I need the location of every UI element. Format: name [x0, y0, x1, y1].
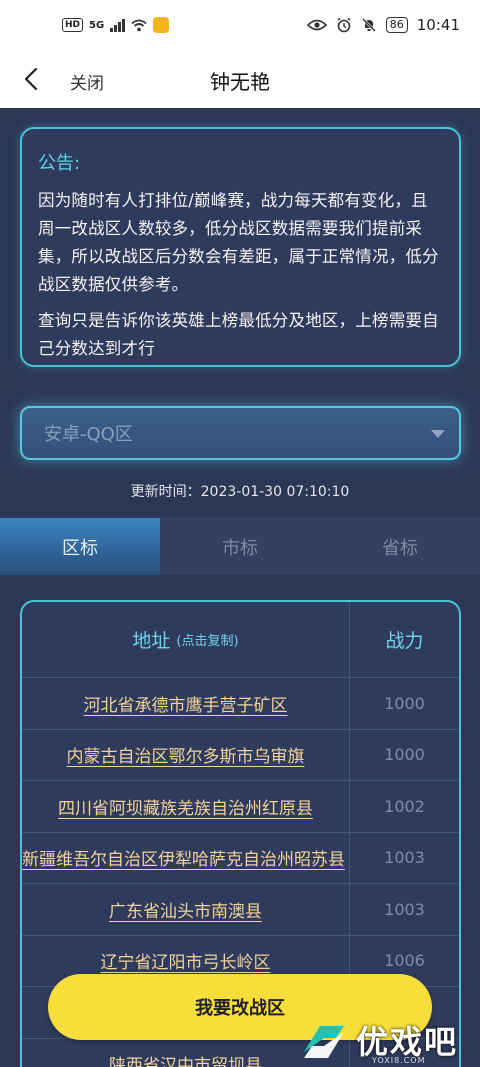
- power-value: 1000: [384, 745, 425, 765]
- address-link[interactable]: 新疆维吾尔自治区伊犁哈萨克自治州昭苏县: [22, 832, 350, 883]
- notice-paragraph-1: 因为随时有人打排位/巅峰赛，战力每天都有变化，且周一改战区人数较多，低分战区数据…: [38, 191, 439, 294]
- eye-icon: [306, 19, 327, 31]
- back-arrow-icon[interactable]: [20, 66, 44, 92]
- table-row: 四川省阿坝藏族羌族自治州红原县 1002: [22, 781, 459, 833]
- caret-down-icon: [431, 430, 445, 438]
- power-value: 1003: [384, 899, 425, 919]
- table-row: 广东省汕头市南澳县 1003: [22, 884, 459, 936]
- tab-city[interactable]: 市标: [160, 518, 320, 575]
- clock: 10:41: [416, 16, 460, 34]
- watermark-logo-icon: [304, 1025, 344, 1058]
- notice-card: 公告: 因为随时有人打排位/巅峰赛，战力每天都有变化，且周一改战区人数较多，低分…: [20, 127, 461, 367]
- watermark-text: 优戏吧: [356, 1025, 458, 1059]
- nav-bar: 关闭 钟无艳: [0, 50, 480, 108]
- power-value: 1003: [384, 848, 425, 868]
- address-link[interactable]: 河北省承德市鹰手营子矿区: [22, 678, 350, 729]
- table-header: 地址 (点击复制) 战力: [22, 602, 459, 678]
- tab-bar: 区标 市标 省标: [0, 518, 480, 575]
- network-type: 5G: [89, 19, 105, 31]
- notice-paragraph-2: 查询只是告诉你该英雄上榜最低分及地区，上榜需要自己分数达到才行: [38, 311, 439, 358]
- table-row: 内蒙古自治区鄂尔多斯市乌审旗 1000: [22, 729, 459, 781]
- status-bar: HD 5G 86 10:41: [0, 0, 480, 50]
- notice-title: 公告:: [38, 153, 81, 174]
- tab-district[interactable]: 区标: [0, 518, 160, 575]
- power-value: 1002: [384, 796, 425, 816]
- app-notification-icon: [153, 17, 170, 33]
- address-link[interactable]: 四川省阿坝藏族羌族自治州红原县: [22, 781, 350, 832]
- header-address-label: 地址: [132, 630, 171, 652]
- mute-bell-icon: [361, 18, 376, 32]
- header-address-hint: (点击复制): [176, 634, 239, 649]
- hd-badge: HD: [62, 18, 84, 32]
- status-right: 86 10:41: [306, 16, 460, 34]
- power-value: 1000: [384, 693, 425, 713]
- watermark-main: 优戏吧: [356, 1022, 459, 1061]
- tab-province[interactable]: 省标: [320, 518, 480, 575]
- close-button[interactable]: 关闭: [70, 69, 104, 94]
- update-time: 更新时间：2023-01-30 07:10:10: [130, 484, 350, 500]
- address-link[interactable]: 广东省汕头市南澳县: [22, 884, 350, 935]
- watermark-sub: YOXI8.COM: [372, 1056, 426, 1065]
- wifi-icon: [131, 19, 147, 31]
- address-link[interactable]: 内蒙古自治区鄂尔多斯市乌审旗: [22, 729, 350, 780]
- battery-icon: 86: [385, 17, 408, 33]
- status-left: HD 5G: [62, 17, 170, 33]
- table-row: 新疆维吾尔自治区伊犁哈萨克自治州昭苏县 1003: [22, 832, 459, 884]
- region-select[interactable]: 安卓-QQ区: [20, 406, 461, 460]
- header-address: 地址 (点击复制): [22, 602, 350, 677]
- region-select-value: 安卓-QQ区: [44, 424, 133, 445]
- signal-icon: [110, 18, 126, 32]
- table-row: 河北省承德市鹰手营子矿区 1000: [22, 678, 459, 730]
- alarm-icon: [337, 17, 351, 33]
- header-power: 战力: [385, 630, 424, 652]
